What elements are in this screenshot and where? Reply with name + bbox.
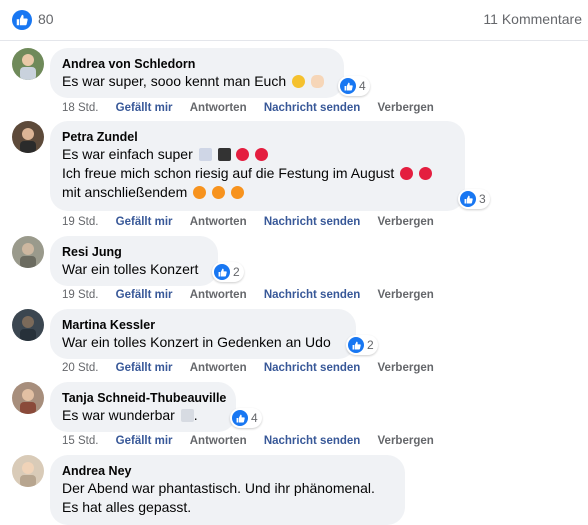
avatar[interactable] <box>12 309 44 341</box>
reaction-badge[interactable]: 3 <box>458 189 490 209</box>
comment-author[interactable]: Andrea von Schledorn <box>62 56 332 72</box>
reply-button[interactable]: Antworten <box>190 216 247 228</box>
comment-bubble: Andrea von Schledorn Es war super, sooo … <box>50 48 344 98</box>
heart-icon <box>400 167 414 180</box>
heart-icon <box>419 167 433 180</box>
comment-author[interactable]: Andrea Ney <box>62 463 393 479</box>
reply-button[interactable]: Antworten <box>190 435 247 447</box>
reaction-count: 3 <box>479 192 486 206</box>
hide-button[interactable]: Verbergen <box>378 289 434 301</box>
avatar[interactable] <box>12 455 44 487</box>
reaction-badge[interactable]: 2 <box>212 262 244 282</box>
comment-author[interactable]: Resi Jung <box>62 244 206 260</box>
piano-icon <box>217 148 231 161</box>
reaction-badge[interactable]: 4 <box>230 408 262 428</box>
reaction-badge[interactable]: 4 <box>338 76 370 96</box>
comment-timestamp[interactable]: 20 Std. <box>62 362 98 374</box>
like-button[interactable]: Gefällt mir <box>116 289 173 301</box>
avatar[interactable] <box>12 236 44 268</box>
comment-bubble: Tanja Schneid-Thubeauville Es war wunder… <box>50 382 236 432</box>
explosion-icon <box>193 186 207 199</box>
like-icon <box>214 264 230 280</box>
comment-timestamp[interactable]: 15 Std. <box>62 435 98 447</box>
comment-text-line: Es war einfach super <box>62 145 453 164</box>
comment-actions: 15 Std. Gefällt mir Antworten Nachricht … <box>62 435 448 447</box>
comment-actions: 19 Std. Gefällt mir Antworten Nachricht … <box>62 289 448 301</box>
reaction-count: 4 <box>251 411 258 425</box>
comment-author[interactable]: Martina Kessler <box>62 317 344 333</box>
explosion-icon <box>230 186 244 199</box>
comment-timestamp[interactable]: 19 Std. <box>62 216 98 228</box>
comment-text: War ein tolles Konzert <box>62 261 199 277</box>
comment-text-line: mit anschließendem <box>62 183 453 202</box>
musical-score-icon <box>198 148 212 161</box>
send-message-button[interactable]: Nachricht senden <box>264 102 361 114</box>
like-icon <box>348 337 364 353</box>
comment-author[interactable]: Tanja Schneid-Thubeauville <box>62 390 226 406</box>
reply-button[interactable]: Antworten <box>190 102 247 114</box>
heart-icon <box>236 148 250 161</box>
hide-button[interactable]: Verbergen <box>378 435 434 447</box>
explosion-icon <box>212 186 226 199</box>
like-button[interactable]: Gefällt mir <box>116 362 173 374</box>
like-icon[interactable] <box>12 10 32 30</box>
comment-timestamp[interactable]: 19 Std. <box>62 289 98 301</box>
send-message-button[interactable]: Nachricht senden <box>264 362 361 374</box>
reaction-count: 2 <box>233 265 240 279</box>
comment-bubble: Petra Zundel Es war einfach super Ich fr… <box>50 121 465 211</box>
like-icon <box>460 191 476 207</box>
comment-text-line: Ich freue mich schon riesig auf die Fest… <box>62 164 453 183</box>
like-icon <box>340 78 356 94</box>
comment-actions: 18 Std. Gefällt mir Antworten Nachricht … <box>62 102 448 114</box>
comment-text: Es war wunderbar . <box>62 407 198 423</box>
comment-text: War ein tolles Konzert in Gedenken an Ud… <box>62 334 331 350</box>
musical-notes-icon <box>180 409 194 422</box>
reaction-count: 2 <box>367 338 374 352</box>
hide-button[interactable]: Verbergen <box>378 362 434 374</box>
send-message-button[interactable]: Nachricht senden <box>264 216 361 228</box>
hide-button[interactable]: Verbergen <box>378 216 434 228</box>
send-message-button[interactable]: Nachricht senden <box>264 435 361 447</box>
comment-bubble: Martina Kessler War ein tolles Konzert i… <box>50 309 356 359</box>
smiling-face-icon <box>292 75 306 88</box>
send-message-button[interactable]: Nachricht senden <box>264 289 361 301</box>
comments-count-link[interactable]: 11 Kommentare <box>483 11 582 27</box>
comment-text-line: Es hat alles gepasst. <box>62 499 192 515</box>
hide-button[interactable]: Verbergen <box>378 102 434 114</box>
like-icon <box>232 410 248 426</box>
avatar[interactable] <box>12 121 44 153</box>
reaction-count: 4 <box>359 79 366 93</box>
comment-timestamp[interactable]: 18 Std. <box>62 102 98 114</box>
reply-button[interactable]: Antworten <box>190 289 247 301</box>
heart-icon <box>255 148 269 161</box>
reply-button[interactable]: Antworten <box>190 362 247 374</box>
like-button[interactable]: Gefällt mir <box>116 102 173 114</box>
comment-bubble: Resi Jung War ein tolles Konzert <box>50 236 218 286</box>
comment-actions: 20 Std. Gefällt mir Antworten Nachricht … <box>62 362 448 374</box>
like-button[interactable]: Gefällt mir <box>116 216 173 228</box>
comment-bubble: Andrea Ney Der Abend war phantastisch. U… <box>50 455 405 525</box>
comment-text: Es war super, sooo kennt man Euch <box>62 72 332 91</box>
reactions-summary-bar: 80 11 Kommentare <box>0 0 588 41</box>
reaction-badge[interactable]: 2 <box>346 335 378 355</box>
avatar[interactable] <box>12 382 44 414</box>
avatar[interactable] <box>12 48 44 80</box>
comment-actions: 19 Std. Gefällt mir Antworten Nachricht … <box>62 216 448 228</box>
like-button[interactable]: Gefällt mir <box>116 435 173 447</box>
like-count[interactable]: 80 <box>38 11 54 27</box>
comment-author[interactable]: Petra Zundel <box>62 129 453 145</box>
flexed-biceps-icon <box>310 75 324 88</box>
comment-text-line: Der Abend war phantastisch. Und ihr phän… <box>62 480 375 496</box>
